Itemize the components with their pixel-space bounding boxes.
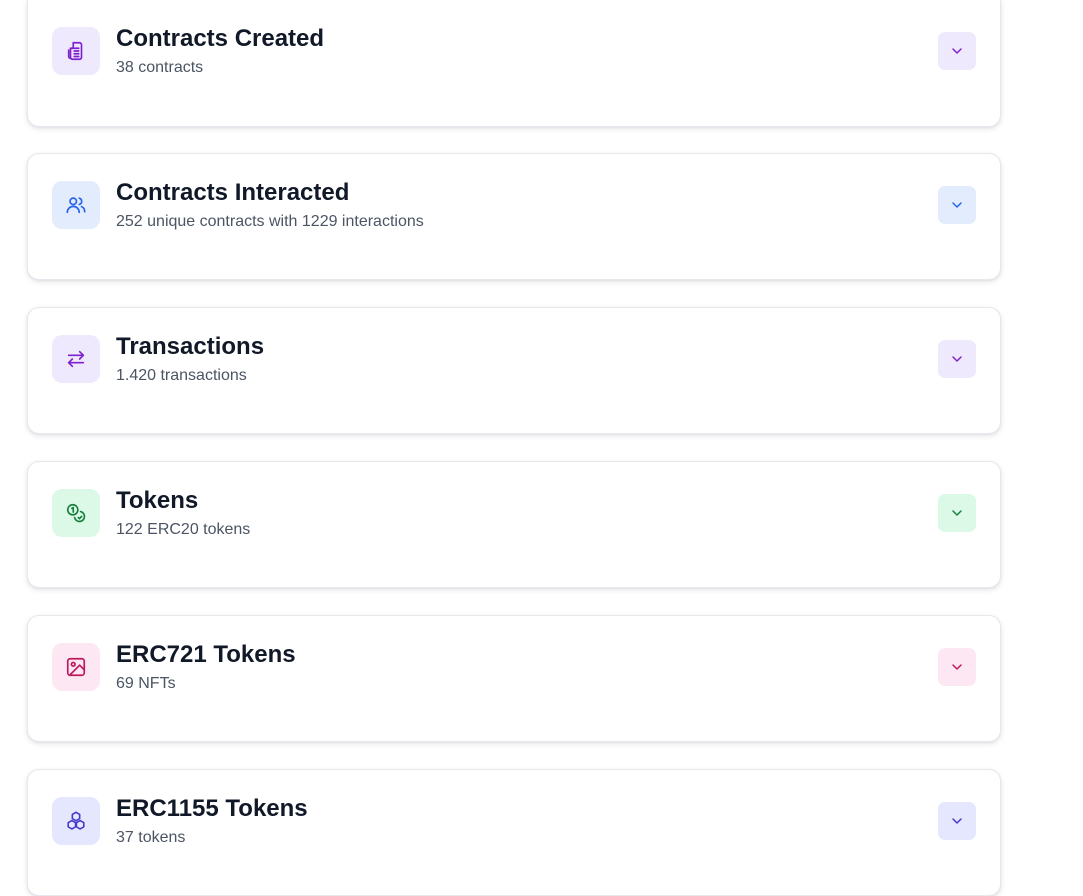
section-card-contracts-created: Contracts Created 38 contracts [27,0,1001,127]
expand-toggle-button[interactable] [938,32,976,70]
icon-tile [52,489,100,537]
cubes-icon [67,811,85,830]
chevron-down-icon [952,664,962,670]
section-title: Contracts Created [116,25,325,52]
expand-toggle-button[interactable] [938,340,976,378]
section-title: ERC1155 Tokens [116,795,308,822]
expand-toggle-button[interactable] [938,802,976,840]
chevron-down-icon [952,202,962,208]
expand-toggle-button[interactable] [938,186,976,224]
document-icon [67,41,83,61]
section-subtitle: 122 ERC20 tokens [116,521,251,538]
section-subtitle: 1.420 transactions [116,367,247,384]
icon-tile [52,335,100,383]
section-card-transactions: Transactions 1.420 transactions [27,307,1001,434]
section-card-erc1155-tokens: ERC1155 Tokens 37 tokens [27,769,1001,896]
icon-tile [52,27,100,75]
section-card-tokens: Tokens 122 ERC20 tokens [27,461,1001,588]
section-subtitle: 252 unique contracts with 1229 interacti… [116,213,424,230]
arrows-swap-icon [67,350,85,368]
coins-icon [66,503,86,523]
image-icon [66,657,86,677]
icon-tile [52,643,100,691]
chevron-down-icon [952,48,962,54]
section-title: Contracts Interacted [116,179,350,206]
expand-toggle-button[interactable] [938,648,976,686]
section-card-erc721-tokens: ERC721 Tokens 69 NFTs [27,615,1001,742]
section-subtitle: 38 contracts [116,59,204,76]
chevron-down-icon [952,356,962,362]
section-card-contracts-interacted: Contracts Interacted 252 unique contract… [27,153,1001,280]
section-subtitle: 69 NFTs [116,675,176,692]
section-title: Transactions [116,333,265,360]
icon-tile [52,181,100,229]
chevron-down-icon [952,818,962,824]
section-subtitle: 37 tokens [116,829,186,846]
chevron-down-icon [952,510,962,516]
section-title: Tokens [116,487,199,514]
section-title: ERC721 Tokens [116,641,296,668]
expand-toggle-button[interactable] [938,494,976,532]
users-icon [66,197,86,214]
icon-tile [52,797,100,845]
